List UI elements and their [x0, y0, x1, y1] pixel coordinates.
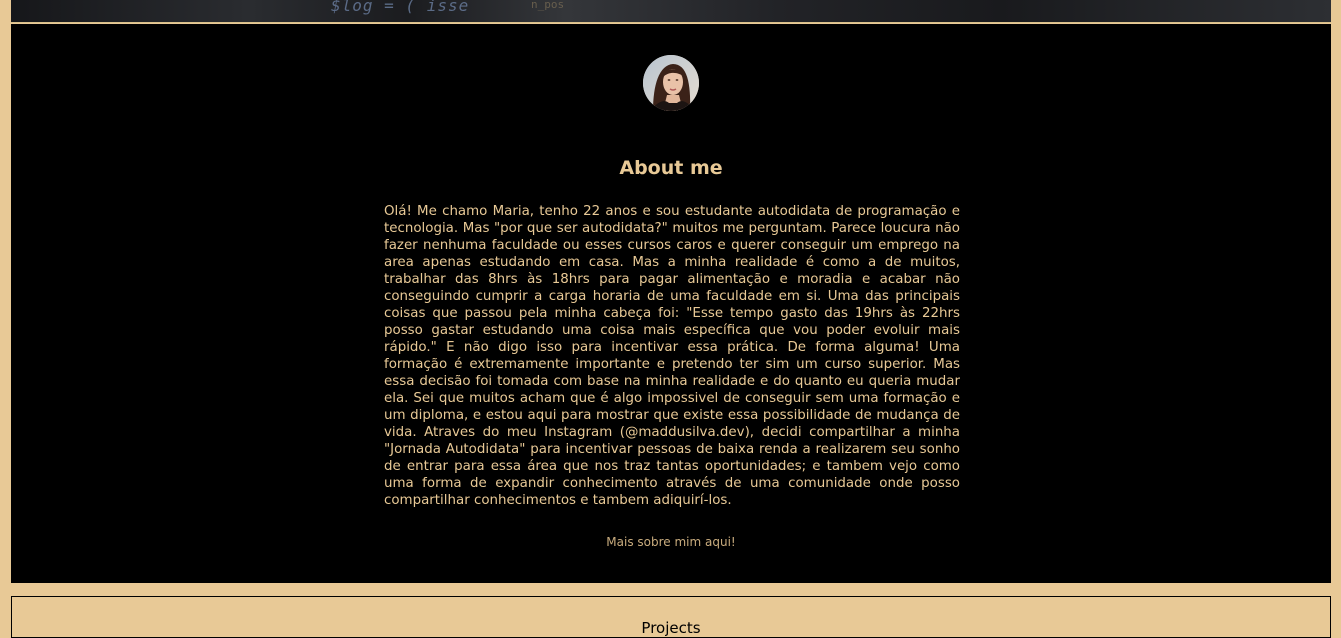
hero-code-text: $log = ( isse [331, 0, 470, 15]
about-section: About me Olá! Me chamo Maria, tenho 22 a… [11, 24, 1331, 583]
about-title: About me [619, 157, 723, 179]
hero-banner: $log = ( isse n_pos [11, 0, 1331, 23]
avatar [643, 55, 699, 111]
hero-code-text-secondary: n_pos [531, 0, 565, 11]
projects-section: Projects [11, 596, 1331, 638]
about-paragraph: Olá! Me chamo Maria, tenho 22 anos e sou… [384, 204, 960, 508]
avatar-portrait-image [643, 55, 699, 111]
projects-title: Projects [641, 619, 701, 637]
more-about-me-link[interactable]: Mais sobre mim aqui! [11, 535, 1331, 549]
